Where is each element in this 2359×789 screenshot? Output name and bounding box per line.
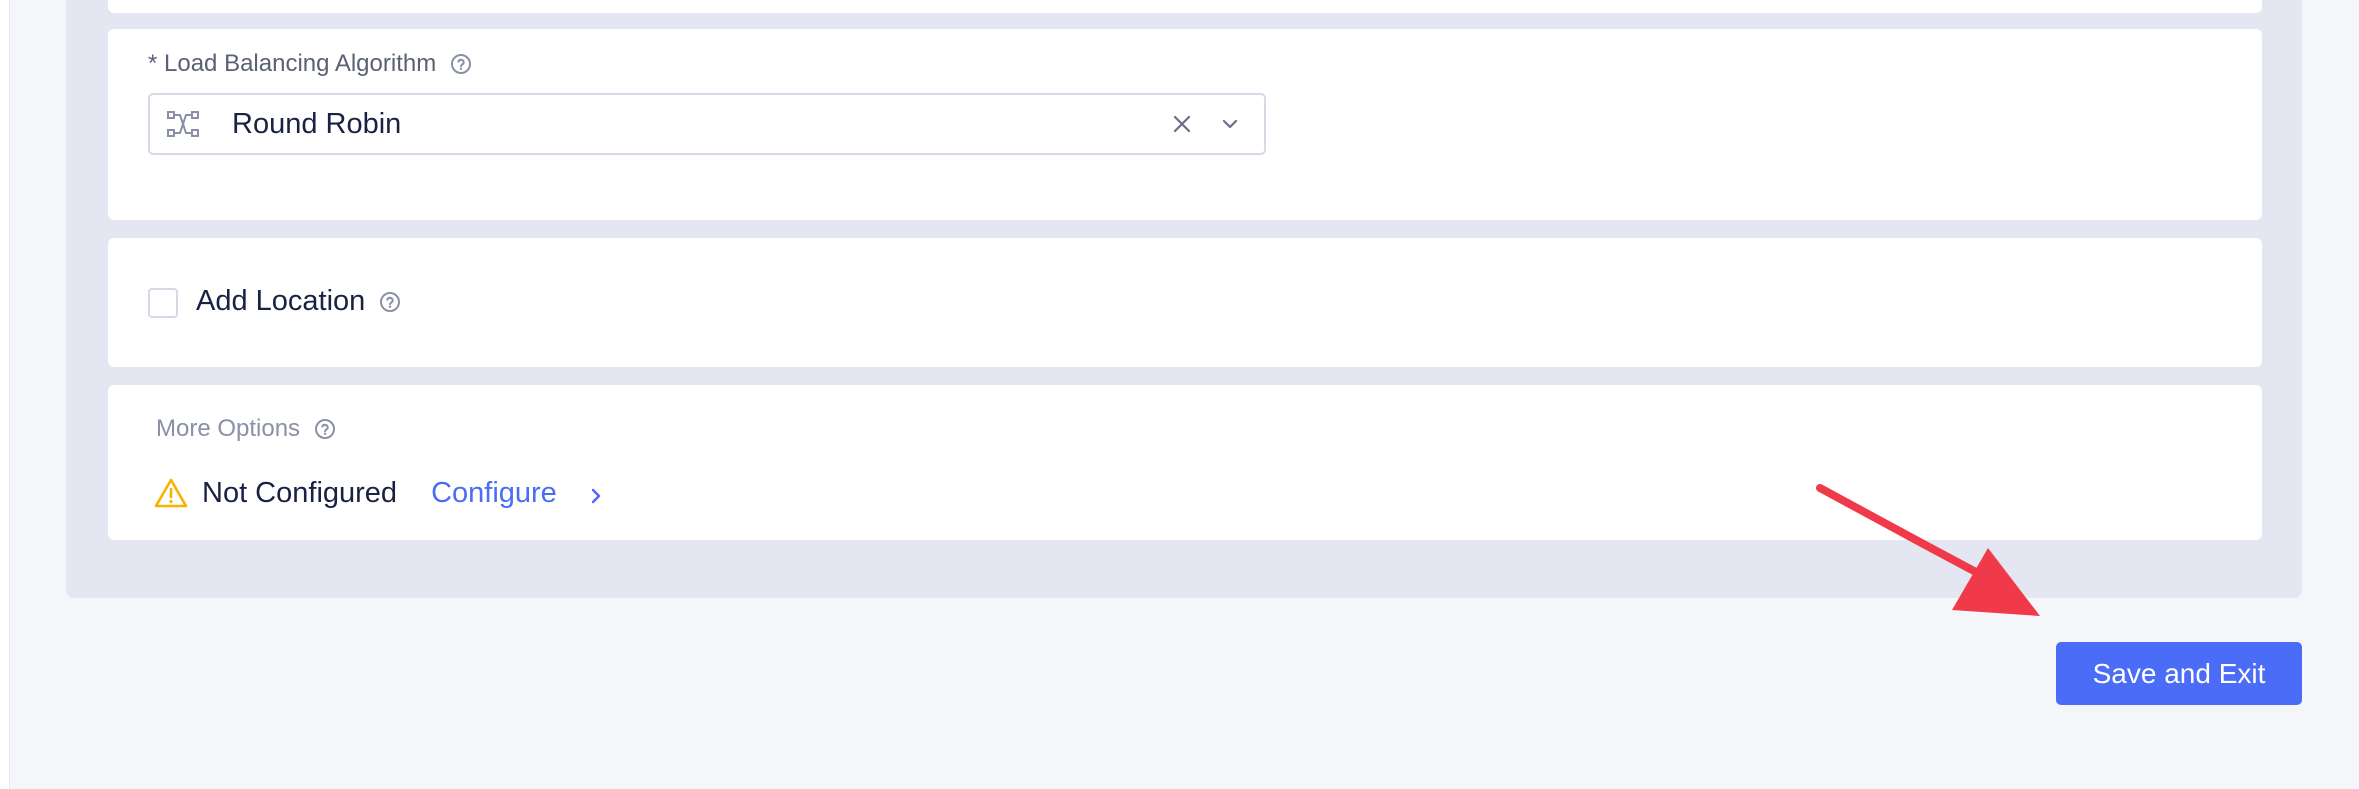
more-options-status: Not Configured Configure — [154, 473, 605, 513]
help-icon[interactable] — [379, 291, 401, 313]
clear-icon[interactable] — [1170, 112, 1194, 136]
add-location-label-text: Add Location — [196, 285, 366, 317]
shuffle-icon — [166, 107, 200, 141]
warning-icon — [154, 477, 188, 509]
help-icon[interactable] — [450, 53, 472, 75]
add-location-label[interactable]: Add Location — [196, 285, 401, 318]
save-and-exit-button[interactable]: Save and Exit — [2056, 642, 2302, 705]
left-edge — [0, 0, 10, 789]
load-balancing-label-text: Load Balancing Algorithm — [164, 50, 437, 77]
configure-link[interactable]: Configure — [431, 477, 557, 510]
previous-section-card — [108, 0, 2262, 13]
help-icon[interactable] — [314, 418, 336, 440]
load-balancing-select[interactable]: Round Robin — [148, 93, 1266, 155]
chevron-right-icon[interactable] — [587, 487, 605, 505]
not-configured-status: Not Configured — [202, 476, 398, 509]
selected-algorithm: Round Robin — [232, 107, 402, 140]
location-card: Add Location — [108, 238, 2262, 367]
more-options-title-text: More Options — [156, 415, 301, 442]
annotation-arrow-icon — [1816, 484, 2040, 616]
chevron-down-icon[interactable] — [1218, 112, 1242, 136]
required-mark: * — [148, 50, 158, 77]
more-options-title: More Options — [156, 415, 336, 443]
load-balancing-label: * Load Balancing Algorithm — [148, 50, 472, 78]
add-location-checkbox[interactable] — [148, 288, 178, 318]
load-balancing-card: * Load Balancing Algorithm Round Robin — [108, 29, 2262, 220]
